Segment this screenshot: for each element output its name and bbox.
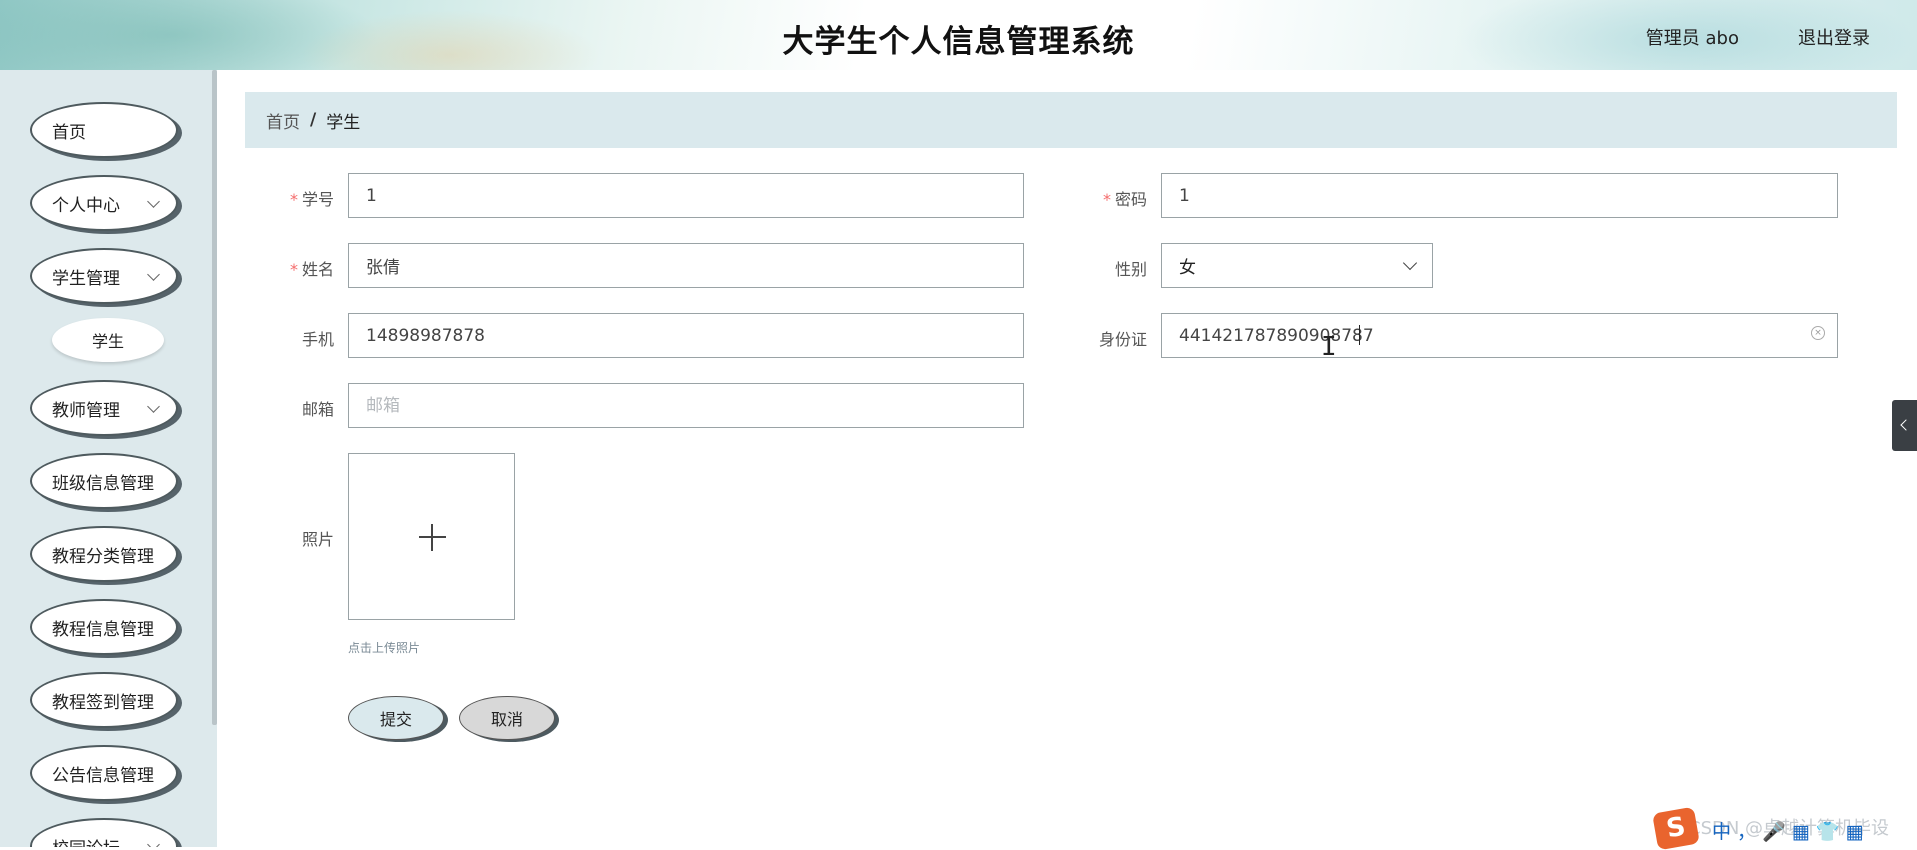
student-id-input[interactable] xyxy=(348,173,1024,218)
chevron-down-icon xyxy=(1402,255,1418,271)
breadcrumb: 首页 / 学生 xyxy=(245,92,1897,148)
ime-logo[interactable]: S xyxy=(1652,806,1700,850)
sidebar-item-announcement[interactable]: 公告信息管理 xyxy=(30,745,178,801)
sidebar-item-teacher-management[interactable]: 教师管理 xyxy=(30,380,178,436)
sidebar-item-course-checkin[interactable]: 教程签到管理 xyxy=(30,672,178,728)
sidebar-item-label: 首页 xyxy=(52,122,86,143)
id-card-label: 身份证 xyxy=(1098,330,1147,349)
required-mark: * xyxy=(1102,190,1111,209)
sidebar-item-profile[interactable]: 个人中心 xyxy=(30,175,178,231)
sidebar-item-label: 学生管理 xyxy=(52,268,120,289)
app-title: 大学生个人信息管理系统 xyxy=(782,24,1135,60)
photo-label: 照片 xyxy=(301,530,334,549)
sidebar-item-forum[interactable]: 校园论坛 xyxy=(30,818,178,847)
chevron-left-icon xyxy=(1900,419,1912,431)
sidebar-nav: 首页 个人中心 学生管理 学生 教师管理 班级信息管理 教程分类管理 教程信息管… xyxy=(0,70,217,847)
phone-label: 手机 xyxy=(301,330,334,349)
sidebar-item-label: 教程信息管理 xyxy=(52,619,154,640)
mouse-ibeam-cursor: I xyxy=(1321,332,1337,362)
chevron-down-icon xyxy=(147,268,160,281)
sidebar-scrollbar[interactable] xyxy=(212,70,217,725)
sidebar-item-label: 学生 xyxy=(91,332,124,351)
side-drawer-toggle[interactable] xyxy=(1892,400,1917,451)
password-label: * 密码 xyxy=(1102,190,1147,209)
name-input[interactable] xyxy=(348,243,1024,288)
breadcrumb-separator: / xyxy=(310,110,317,130)
gender-select-value: 女 xyxy=(1179,258,1196,278)
email-label: 邮箱 xyxy=(301,400,334,419)
top-header: 大学生个人信息管理系统 管理员 abo 退出登录 xyxy=(0,0,1917,70)
upload-hint: 点击上传照片 xyxy=(348,641,421,655)
required-mark: * xyxy=(289,190,298,209)
sidebar-subitem-student[interactable]: 学生 xyxy=(52,318,164,362)
chevron-down-icon xyxy=(147,195,160,208)
breadcrumb-current: 学生 xyxy=(326,112,361,133)
sidebar-item-class-info[interactable]: 班级信息管理 xyxy=(30,453,178,509)
required-mark: * xyxy=(289,260,298,279)
id-card-input[interactable] xyxy=(1161,313,1838,358)
sidebar-item-label: 校园论坛 xyxy=(52,834,120,848)
plus-icon xyxy=(431,524,433,551)
ime-toolbar-icons[interactable]: 中 ， 🎤 ▦ 👕 ▦ xyxy=(1712,817,1863,844)
password-input[interactable] xyxy=(1161,173,1838,218)
name-label: * 姓名 xyxy=(289,260,334,279)
sidebar-item-label: 教程签到管理 xyxy=(52,692,154,713)
phone-input[interactable] xyxy=(348,313,1024,358)
gender-select[interactable]: 女 xyxy=(1161,243,1433,288)
clear-icon[interactable]: × xyxy=(1811,326,1825,340)
logout-link[interactable]: 退出登录 xyxy=(1798,24,1870,50)
sidebar-item-course-info[interactable]: 教程信息管理 xyxy=(30,599,178,655)
sidebar-item-label: 班级信息管理 xyxy=(52,473,154,494)
sidebar-item-label: 公告信息管理 xyxy=(52,765,154,786)
sidebar-item-label: 个人中心 xyxy=(52,195,120,216)
email-input[interactable] xyxy=(348,383,1024,428)
student-id-label: * 学号 xyxy=(289,190,334,209)
sidebar-item-label: 教程分类管理 xyxy=(52,546,154,567)
sidebar-item-label: 教师管理 xyxy=(52,400,120,421)
breadcrumb-home[interactable]: 首页 xyxy=(266,108,300,133)
text-caret xyxy=(1359,325,1360,345)
photo-upload[interactable] xyxy=(348,453,515,620)
cancel-button[interactable]: 取消 xyxy=(459,696,555,740)
chevron-down-icon xyxy=(147,838,160,847)
sidebar-item-home[interactable]: 首页 xyxy=(30,102,178,158)
gender-label: 性别 xyxy=(1114,260,1147,279)
current-user: 管理员 abo xyxy=(1645,28,1739,49)
chevron-down-icon xyxy=(147,400,160,413)
sidebar-item-course-category[interactable]: 教程分类管理 xyxy=(30,526,178,582)
sidebar-item-student-management[interactable]: 学生管理 xyxy=(30,248,178,304)
submit-button[interactable]: 提交 xyxy=(348,696,444,740)
